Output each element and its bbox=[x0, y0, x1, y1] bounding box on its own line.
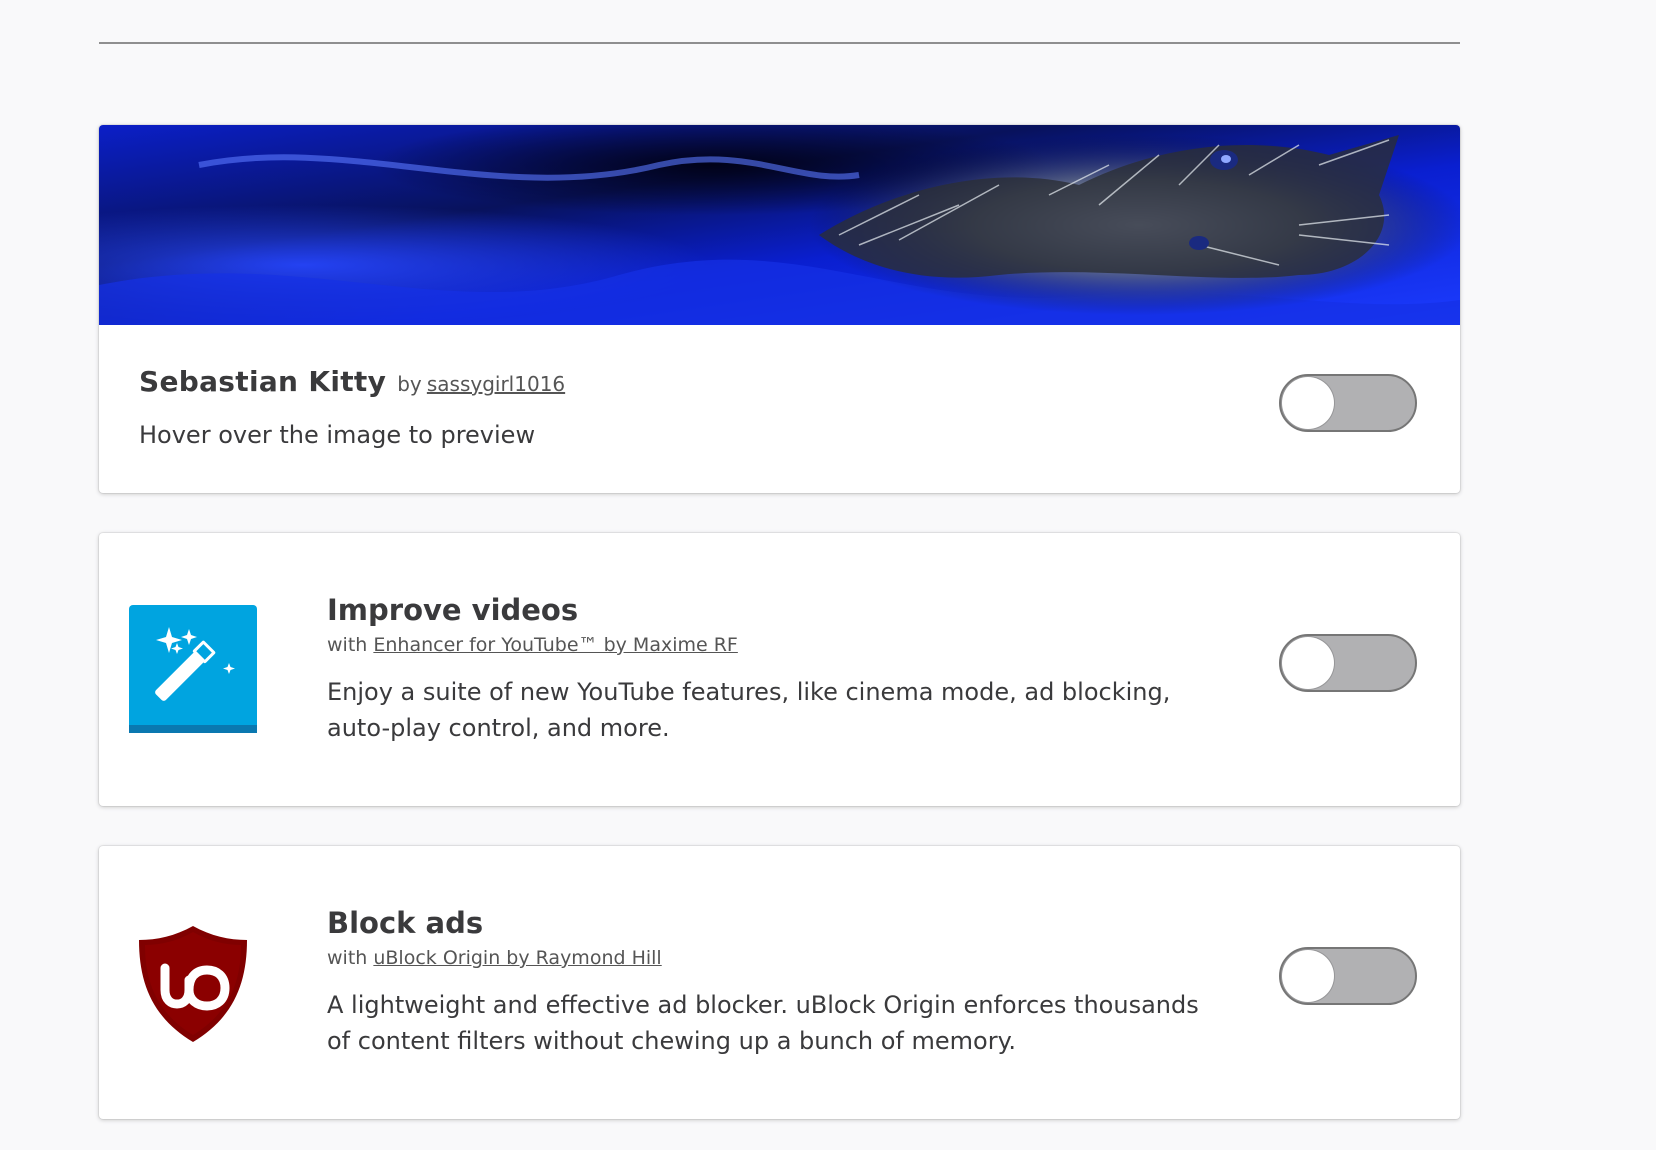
theme-toggle[interactable] bbox=[1279, 374, 1417, 432]
with-label: with bbox=[327, 634, 368, 656]
feature-description: Enjoy a suite of new YouTube features, l… bbox=[327, 678, 1171, 742]
feature-provider: with Enhancer for YouTube™ by Maxime RF bbox=[327, 634, 738, 656]
theme-description: Hover over the image to preview bbox=[139, 421, 536, 449]
theme-preview-image[interactable] bbox=[99, 125, 1460, 325]
block-ads-toggle[interactable] bbox=[1279, 947, 1417, 1005]
feature-card-improve-videos: Improve videos with Enhancer for YouTube… bbox=[99, 533, 1460, 806]
theme-title-row: Sebastian Kitty by sassygirl1016 bbox=[139, 365, 565, 398]
theme-name: Sebastian Kitty bbox=[139, 365, 387, 398]
toggle-knob bbox=[1282, 950, 1334, 1002]
feature-title: Block ads bbox=[327, 906, 484, 940]
feature-provider: with uBlock Origin by Raymond Hill bbox=[327, 947, 662, 969]
feature-title: Improve videos bbox=[327, 593, 579, 627]
toggle-knob bbox=[1282, 637, 1334, 689]
feature-card-block-ads: Block ads with uBlock Origin by Raymond … bbox=[99, 846, 1460, 1119]
with-label: with bbox=[327, 947, 368, 969]
ublock-shield-icon bbox=[139, 926, 247, 1042]
improve-videos-toggle[interactable] bbox=[1279, 634, 1417, 692]
extension-link[interactable]: Enhancer for YouTube™ by Maxime RF bbox=[373, 634, 738, 656]
extension-link[interactable]: uBlock Origin by Raymond Hill bbox=[373, 947, 661, 969]
by-label: by bbox=[397, 372, 422, 396]
theme-author-link[interactable]: sassygirl1016 bbox=[427, 372, 565, 396]
section-divider bbox=[99, 42, 1460, 44]
theme-card: Sebastian Kitty by sassygirl1016 Hover o… bbox=[99, 125, 1460, 493]
magic-wand-icon bbox=[129, 605, 257, 733]
toggle-knob bbox=[1282, 377, 1334, 429]
feature-description: A lightweight and effective ad blocker. … bbox=[327, 991, 1199, 1055]
